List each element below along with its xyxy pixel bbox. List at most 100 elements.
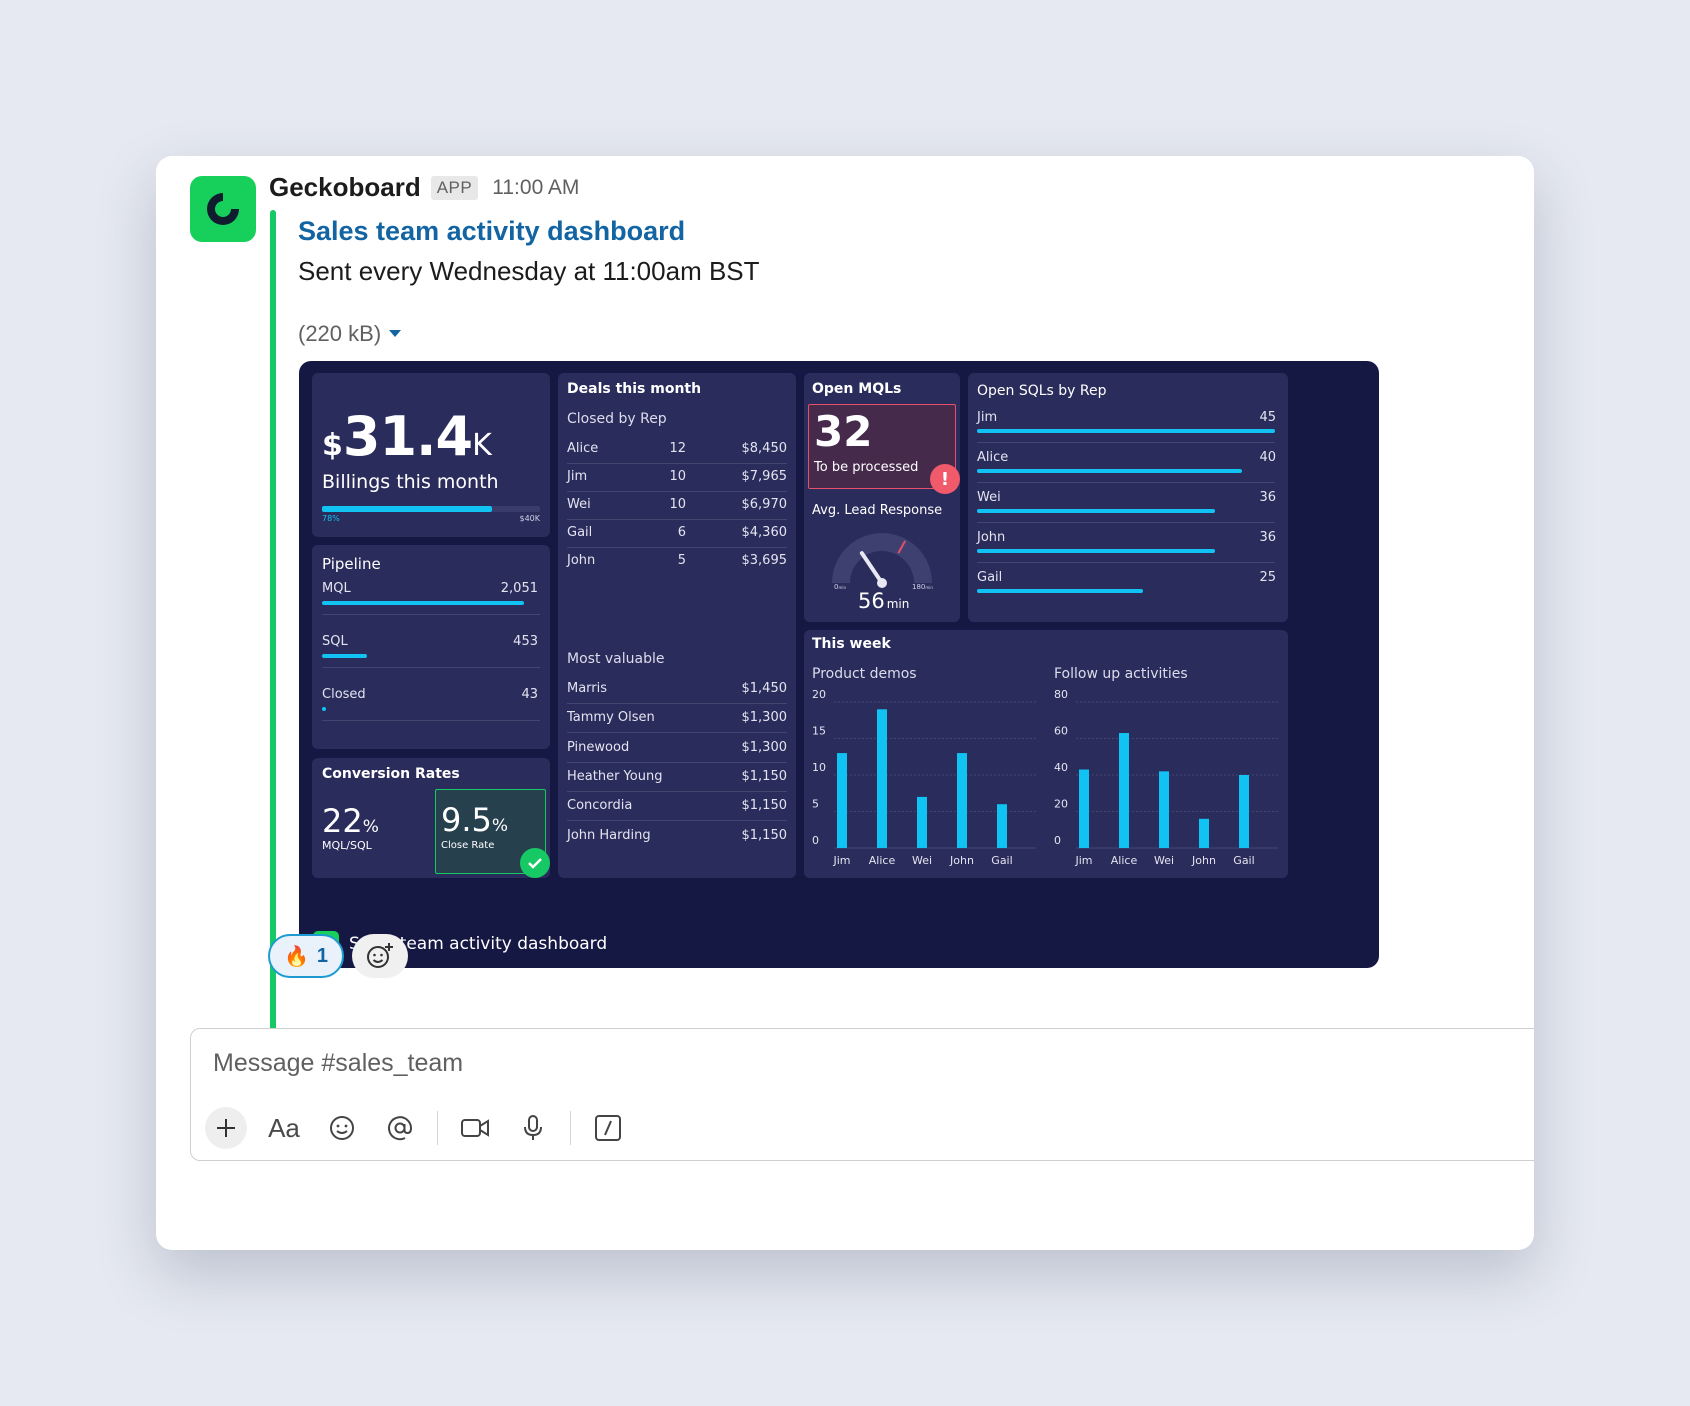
- billings-value: 31.4: [342, 405, 473, 468]
- fire-reaction-count: 1: [316, 944, 329, 967]
- gauge-value: 56: [858, 589, 885, 613]
- open-sqls-title: Open SQLs by Rep: [977, 383, 1107, 399]
- add-reaction-button[interactable]: [352, 934, 409, 978]
- message-composer[interactable]: Message #sales_team Aa: [190, 1028, 1534, 1161]
- mention-button[interactable]: [379, 1107, 421, 1149]
- valuable-deal-name: Marris: [567, 681, 608, 696]
- smiley-icon: [330, 1116, 354, 1140]
- pipeline-row-value: 453: [513, 634, 538, 649]
- geckoboard-avatar[interactable]: [190, 176, 256, 242]
- sql-rep-name: Alice: [977, 450, 1009, 465]
- open-sqls-panel: Open SQLs by Rep Jim 45 Alice 40 Wei 36 John 36…: [968, 373, 1288, 622]
- pipeline-row-divider: [322, 667, 540, 668]
- file-size-toggle[interactable]: (220 kB): [298, 321, 402, 347]
- attachment-title-link[interactable]: Sales team activity dashboard: [298, 216, 685, 247]
- chart-bar: [1119, 733, 1129, 848]
- audio-clip-button[interactable]: [512, 1107, 554, 1149]
- follow-up-chart: 0 20 40 60 80 Jim Alice Wei John Gail: [1054, 688, 1278, 867]
- chart-x-tick-label: Gail: [1233, 854, 1254, 867]
- sql-rep-bar: [977, 469, 1242, 473]
- closed-rep-amount: $6,970: [741, 497, 788, 512]
- reactions-bar: 🔥 1: [268, 934, 409, 978]
- chart-y-tick-label: 20: [1054, 798, 1068, 811]
- valuable-deal-amount: $1,450: [741, 681, 788, 696]
- chart-x-tick-label: Jim: [832, 854, 850, 867]
- success-check-icon: [520, 848, 550, 878]
- closed-row-divider: [567, 547, 787, 548]
- valuable-deal-name: Heather Young: [567, 768, 663, 784]
- video-clip-button[interactable]: [454, 1107, 496, 1149]
- closed-rep-amount: $8,450: [741, 441, 788, 456]
- chart-y-tick-label: 15: [812, 725, 826, 738]
- gauge-title: Avg. Lead Response: [812, 503, 943, 518]
- pipeline-row-divider: [322, 614, 540, 615]
- attach-button[interactable]: [205, 1107, 247, 1149]
- valuable-deal-name: John Harding: [567, 827, 651, 843]
- deals-panel: Deals this month Closed by Rep Alice 12 $8…: [558, 373, 796, 878]
- chart-x-tick-label: Jim: [1074, 854, 1092, 867]
- chart-x-tick-label: Gail: [991, 854, 1012, 867]
- pipeline-row-bar: [322, 707, 327, 711]
- valuable-deal-amount: $1,300: [741, 710, 788, 726]
- closed-by-rep-title: Closed by Rep: [567, 411, 667, 427]
- valuable-row-divider: [567, 732, 787, 734]
- billings-label: Billings this month: [322, 471, 499, 493]
- closed-rep-amount: $7,965: [741, 469, 788, 484]
- billings-currency: $: [322, 428, 343, 463]
- message-input[interactable]: Message #sales_team: [213, 1049, 463, 1078]
- message-card: Geckoboard APP 11:00 AM Sales team activ…: [156, 156, 1534, 1250]
- open-mqls-title: Open MQLs: [812, 381, 902, 397]
- this-week-panel: This week Product demos Follow up activi…: [804, 630, 1288, 878]
- valuable-deal-name: Pinewood: [567, 739, 630, 755]
- pipeline-row-label: SQL: [322, 634, 348, 649]
- emoji-button[interactable]: [321, 1107, 363, 1149]
- closed-rep-count: 10: [669, 469, 686, 484]
- attachment-text: Sent every Wednesday at 11:00am BST: [298, 256, 760, 286]
- open-mqls-value: 32: [814, 407, 873, 456]
- chart-y-tick-label: 20: [812, 688, 826, 701]
- dashboard-image[interactable]: $ 31.4 K Billings this month 78% $40K Pi…: [299, 361, 1379, 968]
- fire-reaction[interactable]: 🔥 1: [268, 934, 345, 978]
- file-size-label: (220 kB): [298, 321, 382, 346]
- valuable-row-divider: [567, 761, 787, 763]
- valuable-row-divider: [567, 790, 787, 792]
- sql-rep-name: Wei: [977, 490, 1001, 505]
- app-badge: APP: [430, 175, 479, 200]
- message-timestamp[interactable]: 11:00 AM: [492, 176, 579, 200]
- pipeline-row-bar: [322, 654, 367, 658]
- formatting-button[interactable]: Aa: [263, 1107, 305, 1149]
- pipeline-panel: Pipeline MQL 2,051 SQL 453 Closed 43: [312, 545, 550, 749]
- chart-bar: [957, 753, 967, 848]
- toolbar-divider: [570, 1111, 571, 1145]
- closed-row-divider: [567, 519, 787, 520]
- pipeline-row-bar: [322, 601, 524, 605]
- closed-rep-name: John: [567, 553, 596, 568]
- chart-x-tick-label: Alice: [869, 854, 896, 867]
- open-mqls-label: To be processed: [814, 460, 919, 475]
- close-rate-unit: %: [491, 816, 509, 836]
- closed-row-divider: [567, 491, 787, 492]
- mql-sql-rate-label: MQL/SQL: [322, 839, 372, 852]
- chart-bar: [1199, 818, 1209, 848]
- this-week-title: This week: [812, 636, 891, 652]
- video-camera-icon: [461, 1119, 489, 1137]
- sql-rep-value: 36: [1259, 530, 1276, 545]
- pipeline-row-value: 43: [521, 687, 538, 702]
- chart-bar: [1079, 769, 1089, 848]
- pipeline-row-value: 2,051: [500, 581, 538, 596]
- most-valuable-title: Most valuable: [567, 651, 665, 667]
- chart-x-tick-label: Wei: [912, 854, 932, 867]
- sql-row-divider: [977, 482, 1275, 483]
- billings-progress-fill: [322, 506, 493, 512]
- shortcuts-button[interactable]: [587, 1107, 629, 1149]
- sender-name[interactable]: Geckoboard: [269, 172, 421, 203]
- plus-icon: [217, 1119, 235, 1137]
- closed-rep-count: 10: [669, 497, 686, 512]
- gauge-min-unit: min: [838, 585, 847, 590]
- geckoboard-logo-icon: [207, 193, 239, 225]
- close-rate-value: 9.5: [441, 801, 492, 839]
- composer-toolbar: Aa: [205, 1107, 629, 1149]
- follow-up-title: Follow up activities: [1054, 666, 1188, 682]
- gauge-max-unit: min: [925, 585, 933, 590]
- closed-rep-name: Wei: [567, 497, 591, 512]
